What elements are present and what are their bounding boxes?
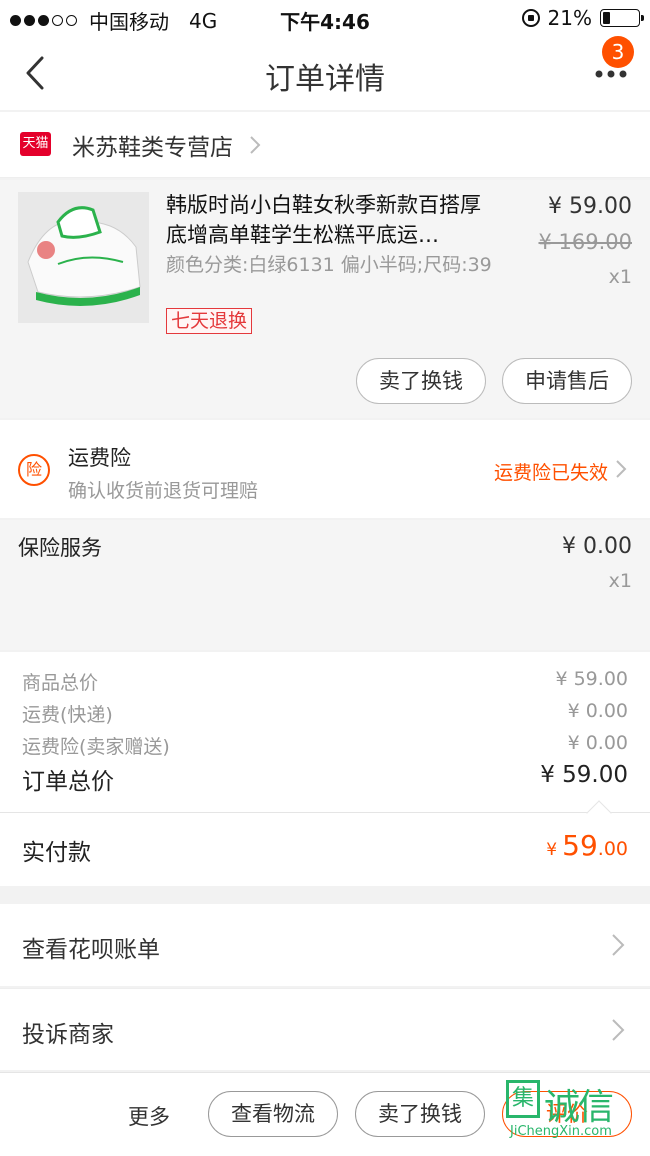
product-quantity: x1: [608, 266, 632, 288]
summary-value: ¥ 59.00: [555, 668, 628, 690]
more-actions-button[interactable]: 更多: [128, 1101, 170, 1131]
watermark-text: 诚信: [544, 1087, 614, 1128]
rotation-lock-icon: [521, 9, 540, 27]
shipping-insurance-title: 运费险: [68, 446, 131, 470]
product-original-price: ¥ 169.00: [538, 230, 632, 254]
paid-amount-row: 实付款 ¥ 59.00: [0, 812, 650, 886]
product-spec: 颜色分类:白绿6131 偏小半码;尺码:39: [166, 254, 492, 276]
after-sales-button[interactable]: 申请售后: [502, 358, 632, 404]
tmall-logo: 天猫: [20, 132, 51, 156]
huabei-bill-link[interactable]: 查看花呗账单: [0, 904, 650, 986]
summary-value: ¥ 0.00: [567, 732, 628, 754]
chevron-right-icon: [612, 934, 625, 956]
resell-button[interactable]: 卖了换钱: [356, 358, 486, 404]
chevron-right-icon: [250, 136, 261, 154]
product-title[interactable]: 韩版时尚小白鞋女秋季新款百搭厚底增高单鞋学生松糕平底运…: [166, 190, 496, 250]
paid-label: 实付款: [22, 840, 91, 866]
insurance-service-title: 保险服务: [18, 536, 102, 560]
summary-label: 商品总价: [22, 672, 99, 694]
view-logistics-button[interactable]: 查看物流: [208, 1091, 338, 1137]
huabei-bill-label: 查看花呗账单: [22, 937, 160, 963]
insurance-service-qty: x1: [608, 570, 632, 592]
summary-row: 运费险(卖家赠送) ¥ 0.00: [22, 732, 628, 759]
chevron-right-icon: [616, 460, 627, 478]
insurance-service-price: ¥ 0.00: [562, 534, 632, 559]
currency-symbol: ¥: [546, 840, 558, 860]
sneaker-image: [18, 192, 149, 323]
product-price: ¥ 59.00: [548, 194, 632, 219]
order-total-row: 订单总价 ¥ 59.00: [22, 762, 628, 796]
complain-seller-label: 投诉商家: [22, 1022, 114, 1048]
battery-percent: 21%: [547, 6, 592, 30]
store-name: 米苏鞋类专营店: [72, 135, 233, 161]
price-summary: 商品总价 ¥ 59.00 运费(快递) ¥ 0.00 运费险(卖家赠送) ¥ 0…: [0, 652, 650, 812]
summary-label: 运费险(卖家赠送): [22, 736, 170, 758]
site-watermark: 集 诚信 JiChengXin.com: [506, 1080, 642, 1152]
nav-bar: 订单详情 3: [0, 36, 650, 110]
paid-amount: ¥ 59.00: [546, 829, 628, 862]
notification-badge: 3: [602, 36, 634, 68]
store-row[interactable]: 天猫 米苏鞋类专营店: [0, 112, 650, 178]
shipping-insurance-desc: 确认收货前退货可理赔: [68, 480, 259, 502]
summary-row: 商品总价 ¥ 59.00: [22, 668, 628, 695]
chevron-right-icon: [612, 1019, 625, 1041]
order-total-value: ¥ 59.00: [540, 762, 628, 788]
summary-value: ¥ 0.00: [567, 700, 628, 722]
watermark-box: 集: [506, 1080, 540, 1118]
summary-label: 运费(快递): [22, 704, 113, 726]
insurance-service-item: 保险服务 ¥ 0.00 x1: [0, 520, 650, 650]
status-bar: 中国移动 4G 下午4:46 21%: [0, 0, 650, 36]
watermark-url: JiChengXin.com: [510, 1124, 612, 1139]
insurance-icon: 险: [18, 454, 50, 486]
paid-decimal: .00: [597, 838, 628, 860]
resell-bottom-button[interactable]: 卖了换钱: [355, 1091, 485, 1137]
status-right: 21%: [521, 6, 644, 30]
product-item[interactable]: 韩版时尚小白鞋女秋季新款百搭厚底增高单鞋学生松糕平底运… 颜色分类:白绿6131…: [0, 180, 650, 418]
summary-row: 运费(快递) ¥ 0.00: [22, 700, 628, 727]
complain-seller-link[interactable]: 投诉商家: [0, 988, 650, 1070]
page-title: 订单详情: [265, 62, 385, 97]
battery-icon: [600, 9, 644, 27]
paid-integer: 59: [562, 829, 598, 862]
order-total-label: 订单总价: [22, 769, 114, 795]
product-thumbnail[interactable]: [18, 192, 149, 323]
shipping-insurance-status: 运费险已失效: [493, 462, 608, 484]
shipping-insurance-row[interactable]: 险 运费险 确认收货前退货可理赔 运费险已失效: [0, 420, 650, 518]
return-policy-tag: 七天退换: [166, 308, 253, 334]
